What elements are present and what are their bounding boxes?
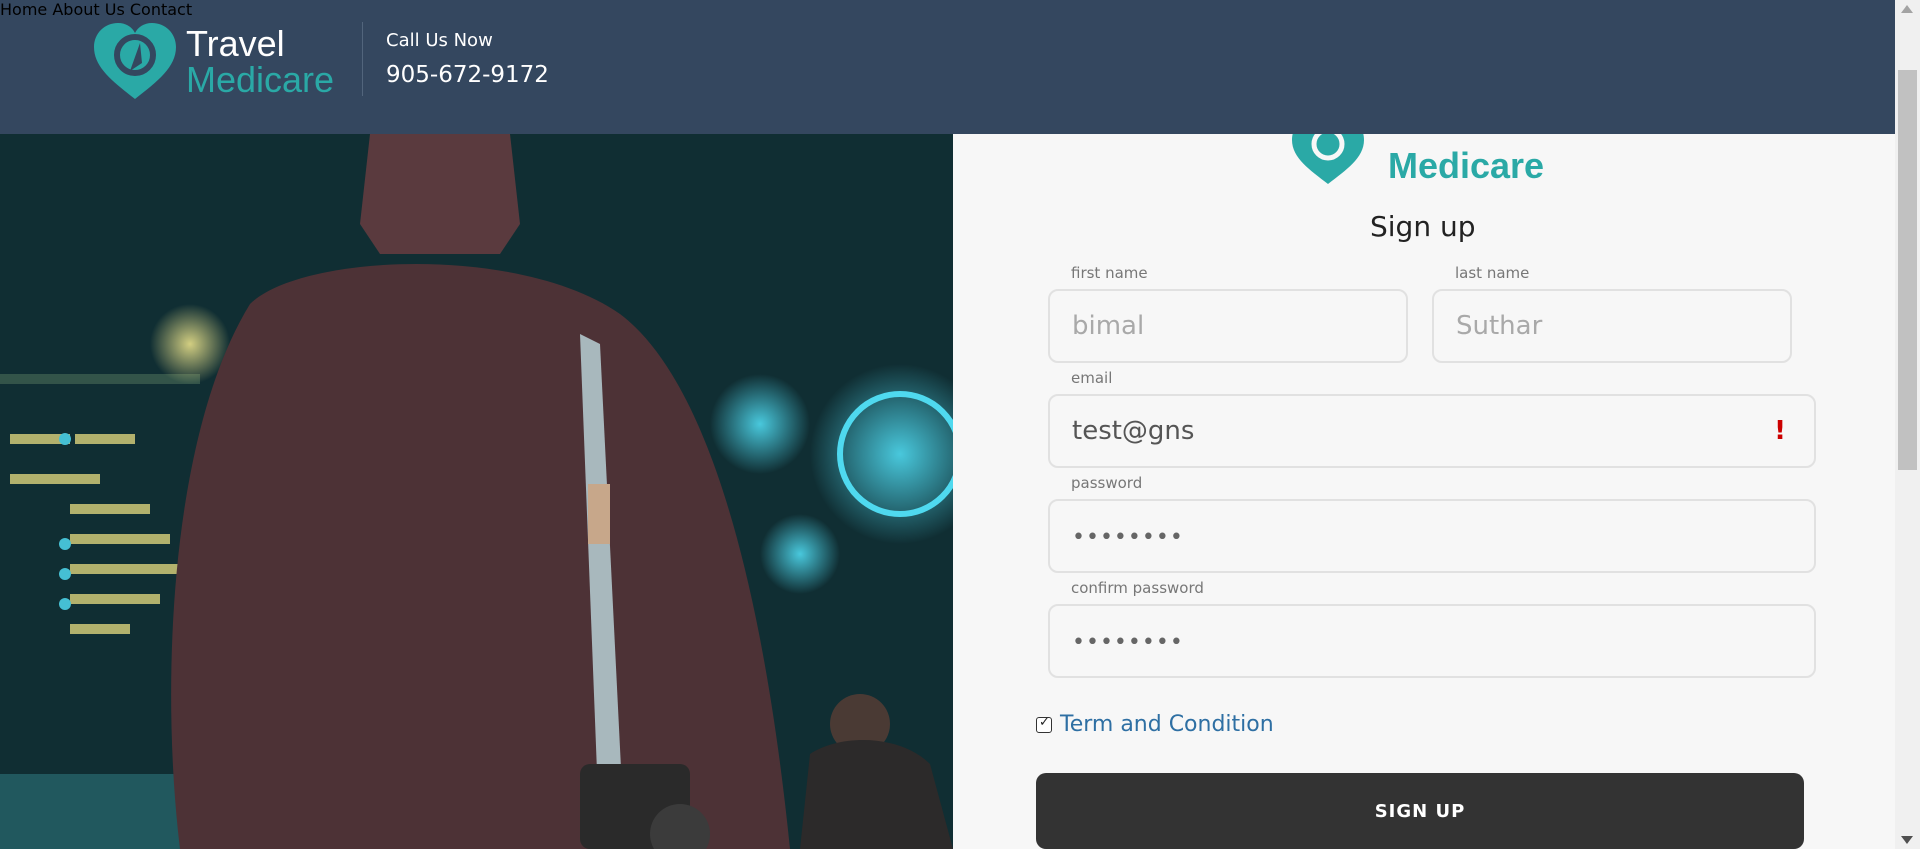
page: Travel Medicare Call Us Now 905-672-9172… [0, 0, 1920, 849]
terms-link[interactable]: Term and Condition [1060, 712, 1274, 737]
terms-checkbox[interactable] [1036, 715, 1052, 733]
site-header: Travel Medicare Call Us Now 905-672-9172… [0, 0, 1895, 134]
password-label: password [1071, 474, 1143, 492]
form-title: Sign up [1370, 210, 1476, 243]
hero-photo [0, 134, 953, 849]
logo[interactable]: Travel Medicare [92, 21, 352, 105]
form-logo-text: Medicare [1388, 145, 1544, 186]
heart-logo-icon [94, 23, 176, 99]
scroll-up-arrow-icon[interactable] [1901, 5, 1913, 13]
confirm-password-label: confirm password [1071, 579, 1204, 597]
email-label: email [1071, 369, 1113, 387]
scroll-thumb[interactable] [1898, 70, 1917, 470]
vertical-scrollbar[interactable] [1895, 0, 1920, 849]
first-name-input[interactable]: bimal [1048, 289, 1408, 363]
terms-row: Term and Condition [1036, 712, 1274, 737]
nav-home[interactable]: Home [0, 0, 47, 19]
validation-alert-icon: ! [1774, 416, 1786, 446]
email-value: test@gns [1072, 416, 1195, 446]
phone-link[interactable]: 905-672-9172 [386, 62, 549, 88]
nav-about-us[interactable]: About Us [52, 0, 124, 19]
confirm-password-value: •••••••• [1072, 630, 1184, 655]
password-value: •••••••• [1072, 525, 1184, 550]
signup-button[interactable]: SIGN UP [1036, 773, 1804, 849]
confirm-password-input[interactable]: •••••••• [1048, 604, 1816, 678]
last-name-value: Suthar [1456, 311, 1543, 341]
password-input[interactable]: •••••••• [1048, 499, 1816, 573]
nav-contact[interactable]: Contact [130, 0, 192, 19]
first-name-label: first name [1071, 264, 1148, 282]
scroll-down-arrow-icon[interactable] [1901, 836, 1913, 844]
header-divider [362, 22, 363, 96]
logo-text-medicare: Medicare [186, 59, 335, 100]
first-name-value: bimal [1072, 311, 1145, 341]
email-input[interactable]: test@gns ! [1048, 394, 1816, 468]
last-name-label: last name [1455, 264, 1530, 282]
call-label: Call Us Now [386, 30, 493, 51]
last-name-input[interactable]: Suthar [1432, 289, 1792, 363]
traveler-photo-image [0, 134, 953, 849]
